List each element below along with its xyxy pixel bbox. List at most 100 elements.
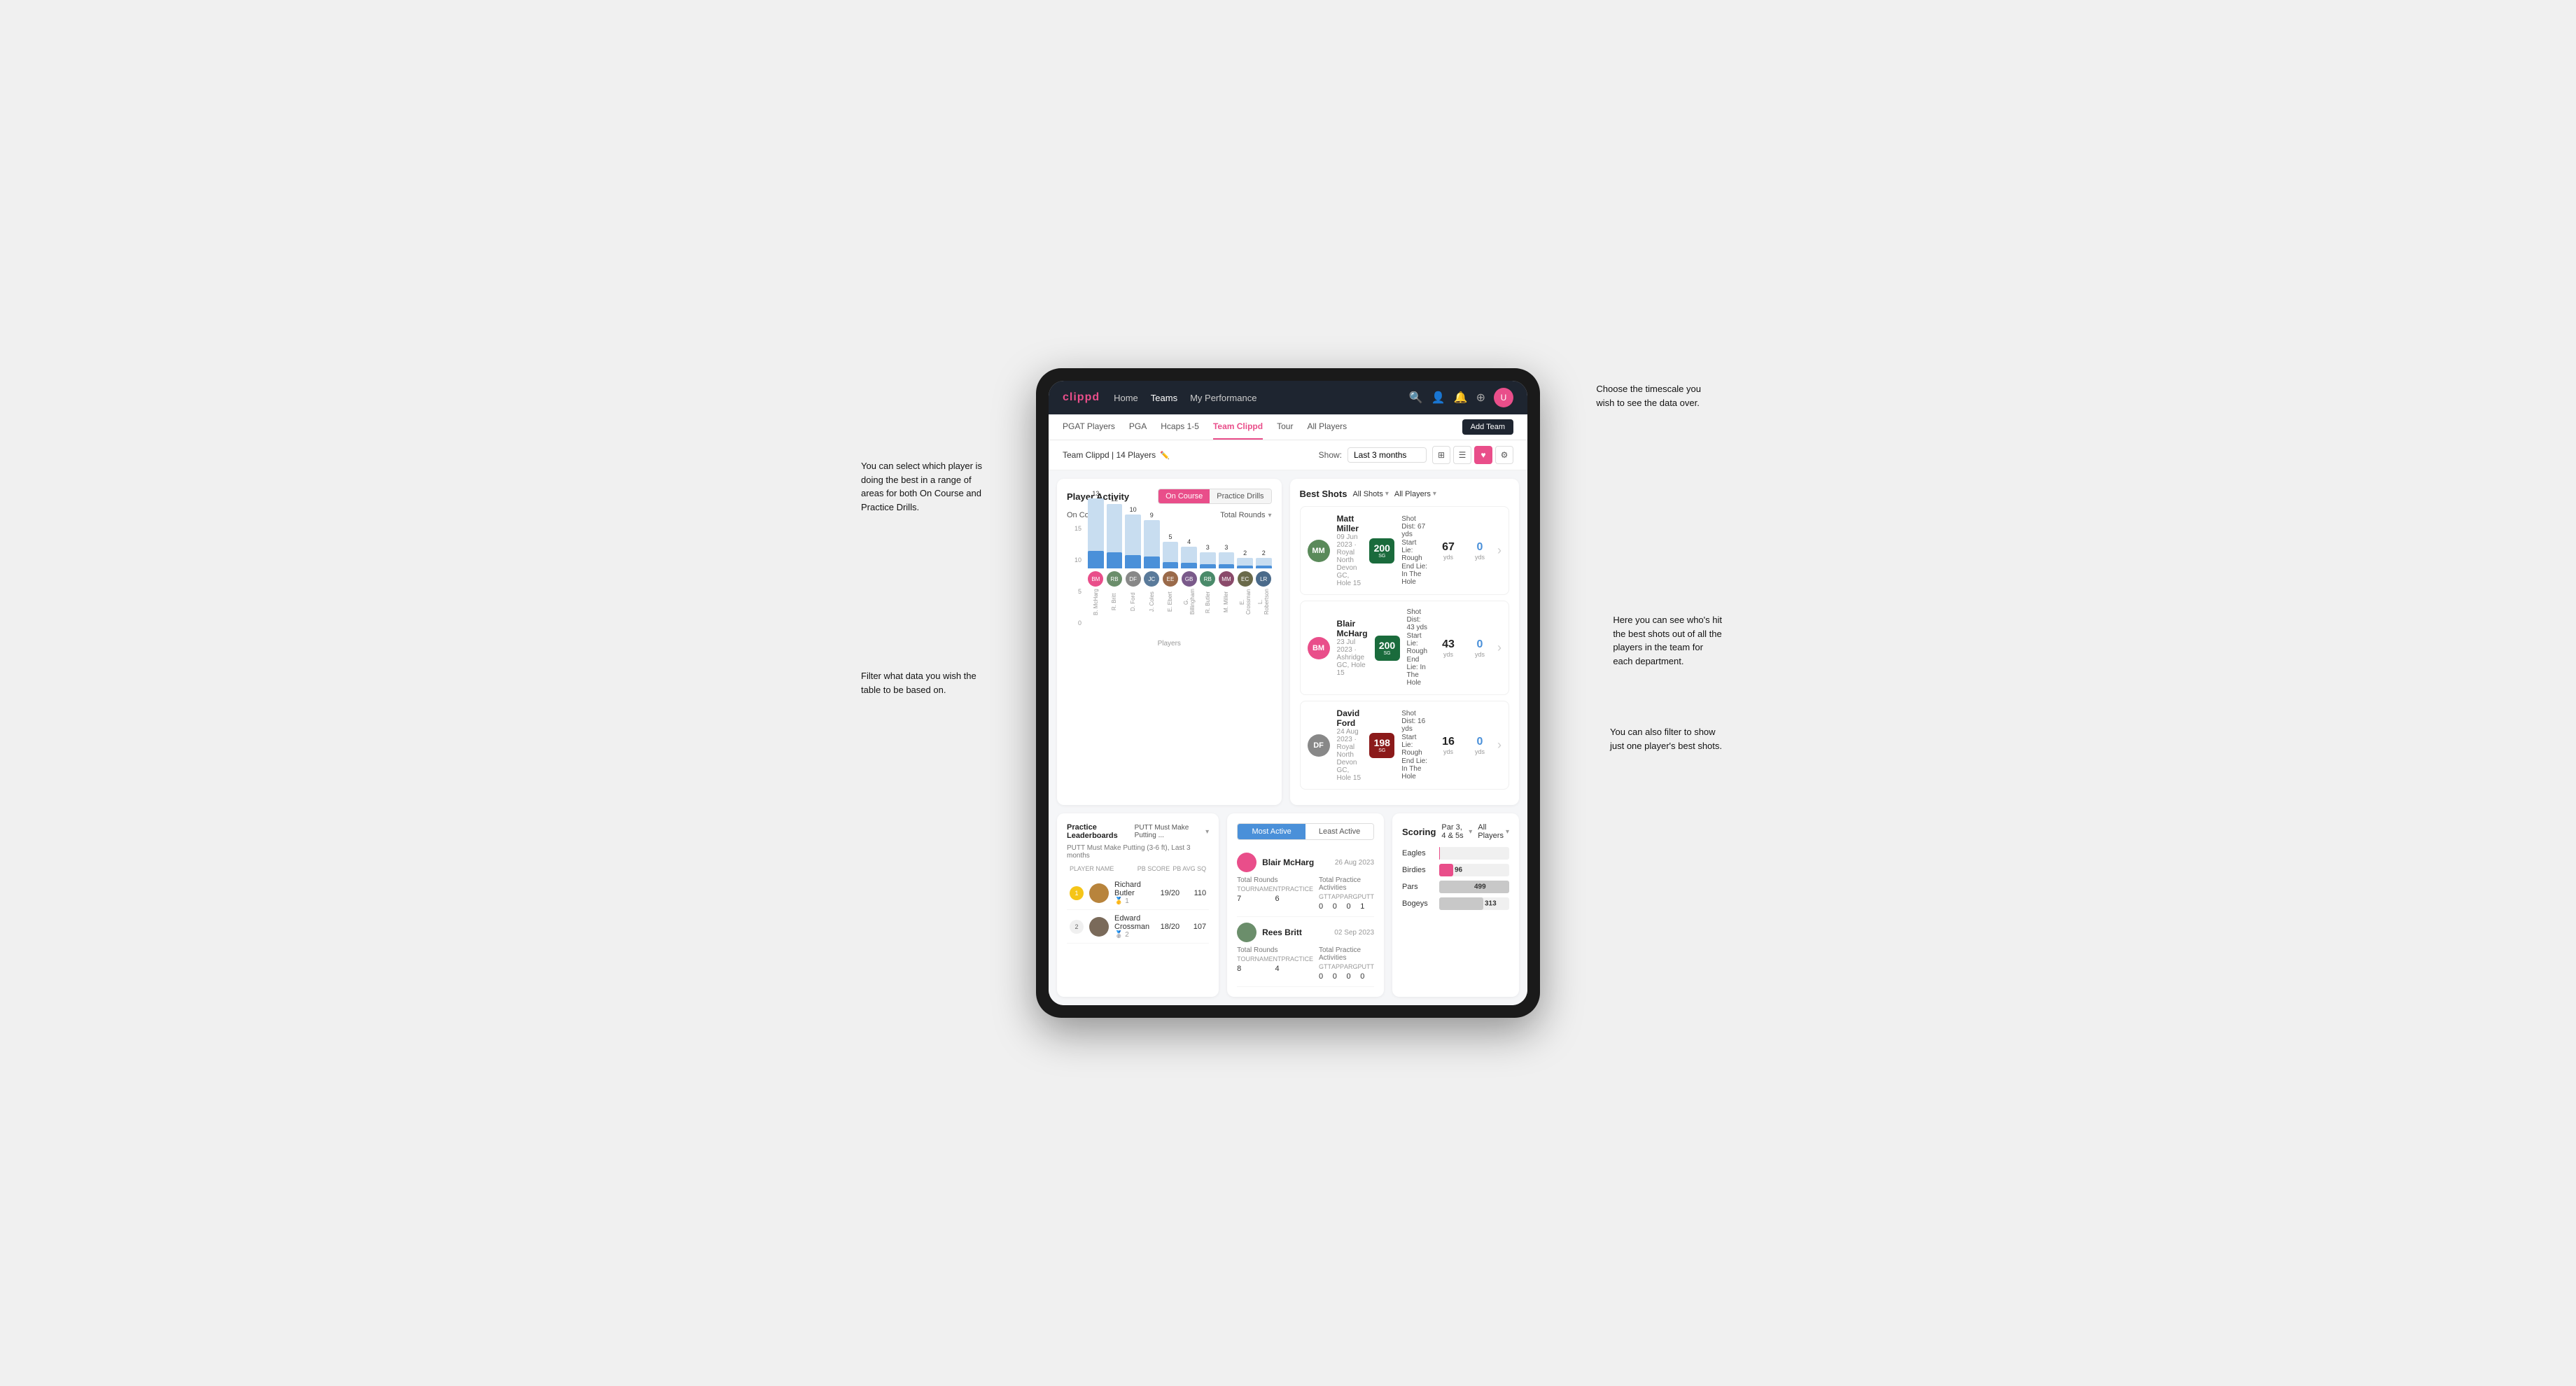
scoring-bar-bogeys: Bogeys 313 — [1402, 897, 1509, 910]
scoring-label-eagles: Eagles — [1402, 849, 1434, 858]
shot-chevron-david-ford[interactable]: › — [1497, 738, 1502, 752]
practice-score-edward: 18/20 — [1155, 923, 1180, 931]
scoring-bar-container-eagles: 3 — [1439, 847, 1509, 860]
shot-card-david-ford[interactable]: DF David Ford 24 Aug 2023 · Royal North … — [1300, 701, 1509, 790]
shot-badge-matt-miller: 200 SG — [1369, 538, 1394, 564]
shot-yds-david-ford: 16 yds — [1434, 736, 1462, 755]
subnav-pga[interactable]: PGA — [1129, 414, 1147, 440]
practice-badge-edward: 🥈 2 — [1114, 931, 1149, 939]
practice-subtitle: PUTT Must Make Putting (3-6 ft), Last 3 … — [1067, 844, 1209, 860]
shot-zero-david-ford: 0 yds — [1469, 736, 1490, 755]
scoring-bar-container-pars: 499 — [1439, 881, 1509, 893]
nav-my-performance[interactable]: My Performance — [1190, 393, 1256, 403]
team-show: Show: Last 3 months Last 6 months Last 1… — [1319, 446, 1513, 464]
tablet-screen: clippd Home Teams My Performance 🔍 👤 🔔 ⊕… — [1049, 381, 1527, 1005]
scoring-bar-pars: Pars 499 — [1402, 881, 1509, 893]
practice-name-richard: Richard Butler — [1114, 881, 1149, 897]
practice-rank-2: 2 — [1070, 920, 1084, 934]
all-shots-dropdown[interactable]: All Shots ▾ — [1352, 490, 1388, 498]
practice-dropdown-chevron: ▾ — [1205, 828, 1209, 836]
least-active-btn[interactable]: Least Active — [1306, 824, 1373, 839]
search-icon[interactable]: 🔍 — [1409, 391, 1423, 405]
activity-player-rees: Rees Britt 02 Sep 2023 Total Rounds Tour… — [1237, 917, 1374, 987]
team-header: Team Clippd | 14 Players ✏️ Show: Last 3… — [1049, 440, 1527, 470]
all-shots-chevron: ▾ — [1385, 490, 1389, 498]
most-active-card: Most Active Least Active Blair McHarg 26… — [1227, 813, 1384, 997]
scoring-bar-fill-birdies — [1439, 864, 1453, 876]
activity-name-blair: Blair McHarg — [1262, 858, 1329, 867]
shot-avatar-matt-miller: MM — [1308, 540, 1330, 562]
bar-chart: 13 BM B. McHarg 12 — [1067, 525, 1272, 637]
activity-avatar-rees — [1237, 923, 1256, 942]
shot-player-info-david-ford: David Ford 24 Aug 2023 · Royal North Dev… — [1337, 708, 1363, 782]
activity-avatar-blair — [1237, 853, 1256, 872]
practice-rank-1: 1 — [1070, 886, 1084, 900]
activity-stats-grid-blair: Total Rounds Tournament Practice 7 6 — [1237, 876, 1374, 911]
all-players-dropdown[interactable]: All Players ▾ — [1394, 490, 1436, 498]
practice-dropdown[interactable]: PUTT Must Make Putting ... ▾ — [1135, 824, 1209, 839]
practice-dropdown-label: PUTT Must Make Putting ... — [1135, 824, 1203, 839]
activity-toggle-btns: Most Active Least Active — [1237, 823, 1374, 840]
practice-avatar-edward — [1089, 917, 1109, 937]
bar-b-mcharg: 13 BM B. McHarg — [1088, 490, 1104, 616]
most-active-btn[interactable]: Most Active — [1238, 824, 1306, 839]
bar-chart-container: 15 10 5 0 13 BM — [1067, 525, 1272, 648]
bar-l-robertson: 2 LR L. Robertson — [1256, 550, 1272, 616]
shot-chevron-blair-mcharg[interactable]: › — [1497, 640, 1502, 655]
plus-circle-icon[interactable]: ⊕ — [1476, 391, 1485, 405]
nav-teams[interactable]: Teams — [1151, 393, 1177, 403]
heart-view-btn[interactable]: ♥ — [1474, 446, 1492, 464]
bell-icon[interactable]: 🔔 — [1454, 391, 1468, 405]
subnav-tour[interactable]: Tour — [1277, 414, 1293, 440]
subnav-team-clippd[interactable]: Team Clippd — [1213, 414, 1263, 440]
page-wrapper: Choose the timescale you wish to see the… — [868, 368, 1708, 1018]
scoring-filter1-label: Par 3, 4 & 5s — [1441, 823, 1466, 840]
settings-view-btn[interactable]: ⚙ — [1495, 446, 1513, 464]
activity-player-header-rees: Rees Britt 02 Sep 2023 — [1237, 923, 1374, 942]
show-label: Show: — [1319, 450, 1342, 460]
grid-view-btn[interactable]: ⊞ — [1432, 446, 1450, 464]
bar-g-billingham: 4 GB G. Billingham — [1181, 538, 1197, 616]
scoring-filter1[interactable]: Par 3, 4 & 5s ▾ — [1441, 823, 1472, 840]
team-title: Team Clippd | 14 Players ✏️ — [1063, 450, 1170, 460]
subnav-pgat[interactable]: PGAT Players — [1063, 414, 1115, 440]
practice-badge-richard: 🥇 1 — [1114, 897, 1149, 905]
filter-chevron: ▾ — [1268, 512, 1272, 519]
add-team-button[interactable]: Add Team — [1462, 419, 1513, 435]
chart-filter[interactable]: Total Rounds ▾ — [1220, 511, 1271, 519]
shot-chevron-matt-miller[interactable]: › — [1497, 543, 1502, 558]
filter-label-text: Total Rounds — [1220, 511, 1265, 519]
activity-stats-grid-rees: Total Rounds Tournament Practice 8 4 — [1237, 946, 1374, 981]
show-select[interactable]: Last 3 months Last 6 months Last 12 mont… — [1348, 447, 1427, 463]
scoring-bar-container-birdies: 96 — [1439, 864, 1509, 876]
on-course-btn[interactable]: On Course — [1158, 489, 1210, 503]
scoring-label-birdies: Birdies — [1402, 866, 1434, 874]
nav-home[interactable]: Home — [1114, 393, 1138, 403]
practice-drills-btn[interactable]: Practice Drills — [1210, 489, 1270, 503]
shot-avatar-blair-mcharg: BM — [1308, 637, 1330, 659]
main-content: Player Activity On Course Practice Drill… — [1049, 470, 1527, 1005]
avatar[interactable]: U — [1494, 388, 1513, 407]
annotation-top-right: Choose the timescale you wish to see the… — [1596, 382, 1701, 410]
users-icon[interactable]: 👤 — [1432, 391, 1446, 405]
scoring-label-pars: Pars — [1402, 883, 1434, 891]
scoring-filter2[interactable]: All Players ▾ — [1478, 823, 1509, 840]
edit-icon[interactable]: ✏️ — [1160, 451, 1170, 460]
subnav-hcaps[interactable]: Hcaps 1-5 — [1161, 414, 1199, 440]
shot-badge-david-ford: 198 SG — [1369, 733, 1394, 758]
scoring-bar-container-bogeys: 313 — [1439, 897, 1509, 910]
subnav-all-players[interactable]: All Players — [1307, 414, 1347, 440]
shot-card-matt-miller[interactable]: MM Matt Miller 09 Jun 2023 · Royal North… — [1300, 506, 1509, 595]
practice-leaderboards-card: Practice Leaderboards PUTT Must Make Put… — [1057, 813, 1219, 997]
list-view-btn[interactable]: ☰ — [1453, 446, 1471, 464]
annotation-left-top: You can select which player is doing the… — [861, 459, 982, 514]
all-players-label: All Players — [1394, 490, 1431, 498]
shot-yds-blair-mcharg: 43 yds — [1434, 638, 1462, 658]
practice-row-edward: 2 Edward Crossman 🥈 2 18/20 107 — [1067, 910, 1209, 944]
shot-zero-blair-mcharg: 0 yds — [1469, 638, 1490, 658]
shot-player-info-blair-mcharg: Blair McHarg 23 Jul 2023 · Ashridge GC, … — [1337, 619, 1368, 677]
scoring-bar-fill-eagles — [1439, 847, 1440, 860]
scoring-filter1-chevron: ▾ — [1469, 828, 1472, 836]
scoring-bar-birdies: Birdies 96 — [1402, 864, 1509, 876]
shot-card-blair-mcharg[interactable]: BM Blair McHarg 23 Jul 2023 · Ashridge G… — [1300, 601, 1509, 695]
